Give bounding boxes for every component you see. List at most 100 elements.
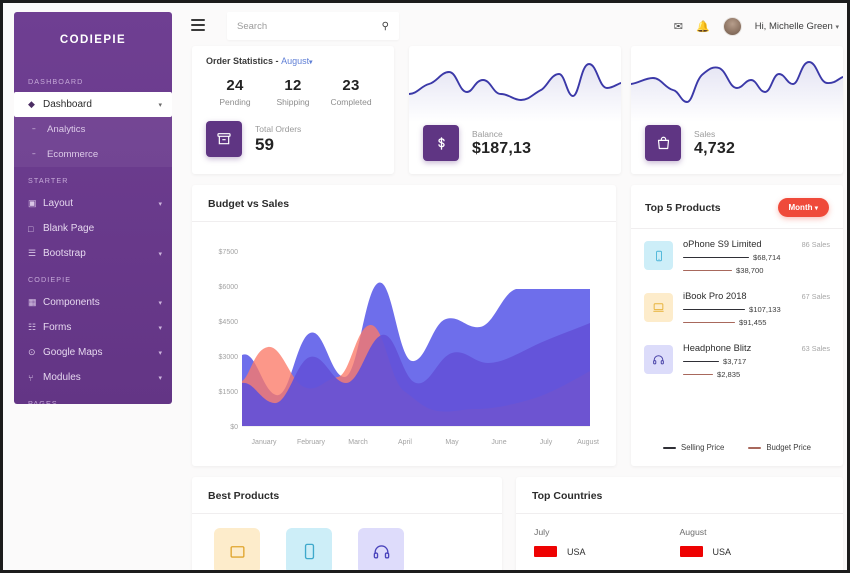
product-body: oPhone S9 Limited 86 Sales $68,714 $38,7…: [683, 239, 830, 275]
sales-card: Sales 4,732: [631, 46, 843, 174]
brand-logo[interactable]: CODIEPIE: [14, 12, 172, 68]
month-filter[interactable]: August: [281, 56, 309, 66]
sidebar-item-dashboard[interactable]: ◆ Dashboard ▾: [14, 92, 172, 117]
card-title: Best Products: [208, 490, 280, 502]
grid-icon: ☰: [28, 248, 37, 258]
search-icon[interactable]: ⚲: [382, 21, 389, 32]
month-label: August: [679, 527, 707, 537]
svg-text:$6000: $6000: [219, 284, 239, 291]
sidebar-item-forms[interactable]: ☷ Forms ▾: [14, 315, 172, 340]
order-stats-row: 24 Pending 12 Shipping 23 Completed: [206, 77, 380, 107]
budget-vs-sales-card: Budget vs Sales $7500 $6000 $4500 $3000 …: [192, 185, 616, 466]
chevron-down-icon: ▾: [158, 324, 162, 332]
product-body: iBook Pro 2018 67 Sales $107,133 $91,455: [683, 291, 830, 327]
top5-legend: Selling Price Budget Price: [631, 443, 843, 452]
svg-text:$4500: $4500: [219, 319, 239, 326]
sidebar-item-label: Forms: [43, 322, 72, 333]
svg-text:$3000: $3000: [219, 354, 239, 361]
budget-price-bar: $91,455: [683, 318, 830, 327]
top-countries-card: Top Countries July USA August USA: [516, 477, 843, 570]
chevron-down-icon: ▾: [158, 349, 162, 357]
product-sales: 67 Sales: [801, 292, 830, 301]
svg-text:January: January: [252, 439, 277, 446]
sidebar-item-blank-page[interactable]: □ Blank Page: [14, 216, 172, 241]
legend-budget-price: Budget Price: [748, 443, 811, 452]
budget-price-value: $38,700: [736, 266, 764, 275]
dash-icon: --: [32, 126, 36, 133]
product-row[interactable]: oPhone S9 Limited 86 Sales $68,714 $38,7…: [631, 229, 843, 281]
envelope-icon[interactable]: ✉: [674, 20, 683, 33]
product-name: oPhone S9 Limited: [683, 239, 762, 249]
chevron-down-icon: ▾: [158, 299, 162, 307]
sidebar-section-codiepie: CODIEPIE ▦ Components ▾ ☷ Forms ▾ ⊙ Goog…: [14, 266, 172, 390]
product-row[interactable]: iBook Pro 2018 67 Sales $107,133 $91,455: [631, 281, 843, 333]
sidebar-item-bootstrap[interactable]: ☰ Bootstrap ▾: [14, 241, 172, 266]
phone-icon[interactable]: [286, 528, 332, 570]
svg-text:August: August: [577, 439, 599, 446]
hamburger-icon[interactable]: [191, 19, 205, 31]
sidebar-section-dashboard: DASHBOARD ◆ Dashboard ▾ -- Analytics -- …: [14, 68, 172, 167]
chevron-down-icon: ▾: [158, 250, 162, 258]
search-bar[interactable]: ⚲: [227, 12, 399, 40]
budget-vs-sales-chart: $7500 $6000 $4500 $3000 $1500 $0 January…: [192, 231, 616, 466]
avatar[interactable]: [722, 16, 742, 36]
product-heading: iBook Pro 2018 67 Sales: [683, 291, 830, 301]
sidebar-section-starter: STARTER ▣ Layout ▾ □ Blank Page ☰ Bootst…: [14, 167, 172, 266]
stat-value: 24: [226, 77, 244, 94]
sales-value: 4,732: [694, 139, 736, 157]
sidebar-item-google-maps[interactable]: ⊙ Google Maps ▾: [14, 340, 172, 365]
sidebar-item-label: Analytics: [47, 124, 86, 135]
flag-icon: [679, 546, 703, 557]
svg-text:June: June: [491, 439, 506, 446]
sidebar-item-label: Modules: [43, 372, 81, 383]
sidebar-item-label: Ecommerce: [47, 149, 99, 160]
stat-value: 12: [284, 77, 302, 94]
legend-swatch: [663, 446, 676, 449]
budget-price-bar: $2,835: [683, 370, 830, 379]
sidebar-section-label: STARTER: [28, 176, 69, 185]
order-statistics-header: Order Statistics - August▾: [206, 56, 380, 66]
sidebar-submenu-dashboard: -- Analytics -- Ecommerce: [14, 117, 172, 167]
product-sales: 63 Sales: [801, 344, 830, 353]
sidebar-item-modules[interactable]: ⑂ Modules ▾: [14, 365, 172, 390]
stat-value: 23: [342, 77, 360, 94]
headphone-icon[interactable]: [358, 528, 404, 570]
balance-value: $187,13: [472, 139, 532, 157]
box-icon[interactable]: [214, 528, 260, 570]
selling-price-bar: $107,133: [683, 305, 830, 314]
shopping-bag-icon: [645, 125, 681, 161]
stat-label: Shipping: [276, 97, 310, 107]
top5-header: Top 5 Products Month ▾: [631, 185, 843, 229]
sidebar-item-label: Blank Page: [43, 223, 95, 234]
flame-icon: ◆: [28, 99, 35, 109]
stat-shipping: 12 Shipping: [264, 77, 322, 107]
user-menu[interactable]: Hi, Michelle Green ▾: [755, 21, 839, 32]
sidebar-item-layout[interactable]: ▣ Layout ▾: [14, 191, 172, 216]
sidebar-item-analytics[interactable]: -- Analytics: [14, 117, 172, 142]
archive-box-icon: [206, 121, 242, 157]
product-row[interactable]: Headphone Blitz 63 Sales $3,717 $2,835: [631, 333, 843, 385]
country-column-august: August USA: [679, 527, 826, 557]
product-heading: oPhone S9 Limited 86 Sales: [683, 239, 830, 249]
total-orders-label: Total Orders: [255, 123, 302, 134]
chevron-down-icon[interactable]: ▾: [309, 59, 312, 66]
sidebar-item-ecommerce[interactable]: -- Ecommerce: [14, 142, 172, 167]
month-label: July: [534, 527, 550, 537]
sales-sparkline: [631, 50, 843, 122]
sidebar-item-components[interactable]: ▦ Components ▾: [14, 290, 172, 315]
bell-icon[interactable]: 🔔: [696, 20, 710, 33]
chevron-down-icon: ▾: [158, 374, 162, 382]
svg-text:$1500: $1500: [219, 389, 239, 396]
stat-pending: 24 Pending: [206, 77, 264, 107]
budget-price-value: $2,835: [717, 370, 741, 379]
best-products-card: Best Products: [192, 477, 502, 570]
month-filter-button[interactable]: Month ▾: [777, 198, 829, 217]
best-products-header: Best Products: [192, 477, 502, 514]
plug-icon: ⑂: [28, 372, 34, 383]
country-row: USA: [534, 546, 680, 557]
balance-card: Balance $187,13: [409, 46, 621, 174]
search-input[interactable]: [237, 20, 382, 32]
svg-text:March: March: [348, 439, 368, 446]
best-products-list: [192, 514, 502, 570]
legend-label: Budget Price: [766, 443, 811, 452]
